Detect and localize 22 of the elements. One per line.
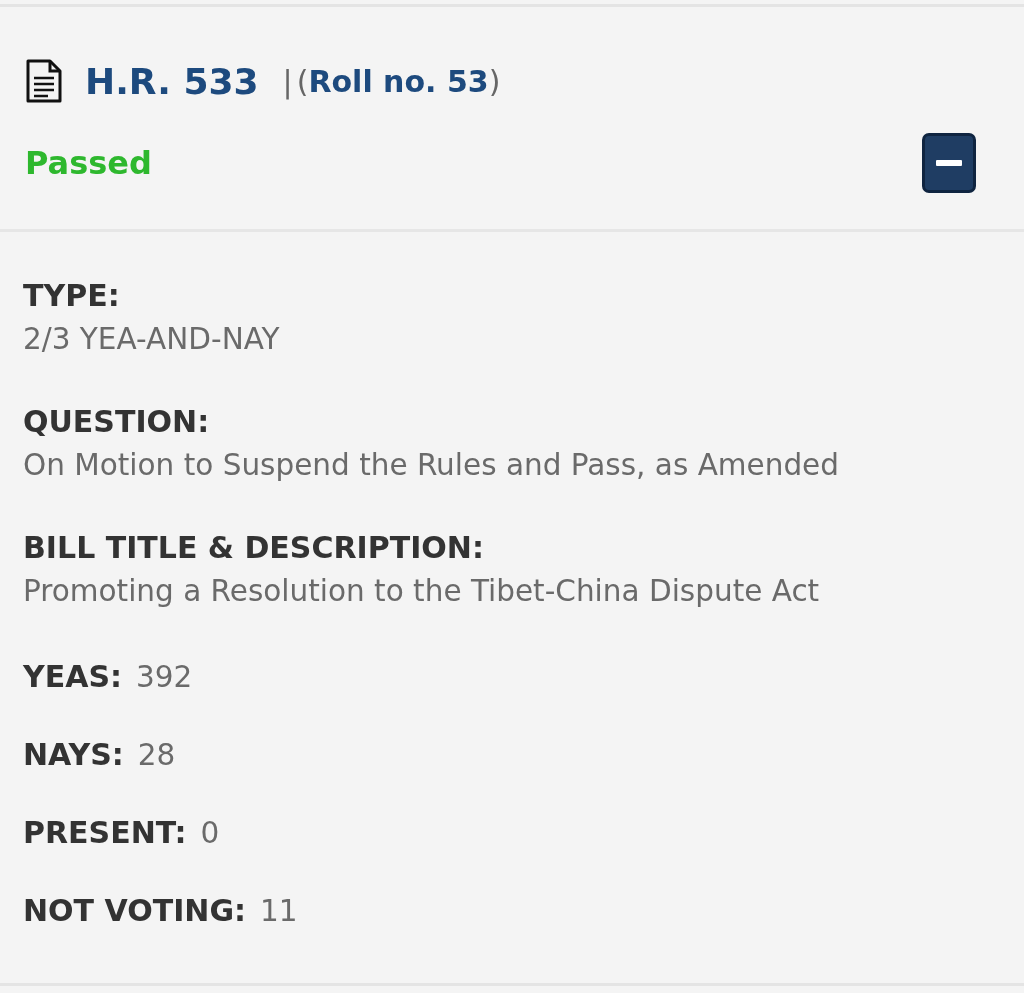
field-value: 392: [136, 659, 193, 696]
bill-number-link[interactable]: H.R. 533: [85, 60, 259, 102]
field-value: 0: [200, 815, 220, 852]
vote-status: Passed: [25, 144, 152, 182]
field-label: QUESTION:: [23, 403, 211, 441]
field-value: 2/3 YEA-AND-NAY: [23, 321, 281, 358]
parenthesis: (: [296, 63, 309, 99]
separator: |: [282, 63, 293, 99]
roll-number-link[interactable]: Roll no. 53: [308, 63, 489, 99]
parenthesis: ): [488, 63, 501, 99]
document-icon: [25, 59, 63, 103]
field-label: TYPE:: [23, 277, 121, 315]
field-value: 11: [260, 893, 298, 930]
field-value: 28: [137, 737, 176, 774]
field-label: YEAS:: [23, 658, 123, 696]
field-label: PRESENT:: [23, 814, 187, 852]
field-value: Promoting a Resolution to the Tibet-China Dispute Act: [23, 573, 821, 610]
field-label: NOT VOTING:: [23, 892, 247, 930]
field-label: NAYS:: [23, 736, 124, 774]
field-label: BILL TITLE & DESCRIPTION:: [23, 529, 485, 567]
collapse-button[interactable]: [922, 133, 976, 193]
field-value: On Motion to Suspend the Rules and Pass, as Amended: [23, 447, 840, 484]
